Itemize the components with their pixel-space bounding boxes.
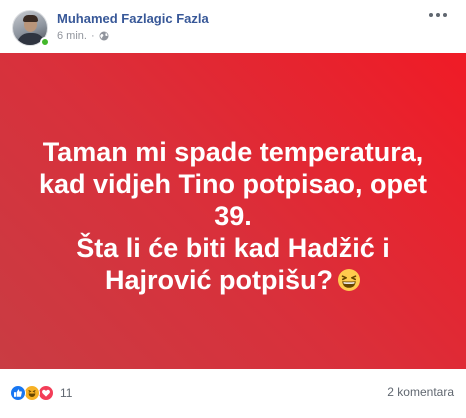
post-text-line: Taman mi spade temperatura, [42, 137, 424, 167]
post-text-line: Hajrović potpišu? [104, 265, 334, 295]
post-text-line: kad vidjeh Tino potpisao, opet [38, 169, 428, 199]
post-text-line: Šta li će biti kad Hadžić i [76, 233, 390, 263]
reaction-count[interactable]: 11 [60, 386, 72, 400]
more-options-icon[interactable] [426, 8, 450, 22]
post-text-line-last: Hajrović potpišu? [23, 264, 443, 296]
post-footer: 11 2 komentara [0, 372, 466, 412]
post-timestamp[interactable]: 6 min. [57, 30, 87, 42]
author-name[interactable]: Muhamed Fazlagic Fazla [57, 11, 209, 26]
author-avatar[interactable] [12, 10, 50, 47]
post-meta: 6 min. · [57, 29, 109, 42]
globe-icon[interactable] [99, 31, 109, 41]
grinning-squinting-face-icon [337, 267, 361, 291]
like-reaction-icon [10, 385, 26, 401]
post-text-line: 39. [214, 201, 252, 231]
reactions-summary[interactable]: 11 [10, 384, 72, 402]
post-header: Muhamed Fazlagic Fazla 6 min. · [0, 0, 466, 52]
online-status-indicator [40, 37, 50, 47]
post-card: Muhamed Fazlagic Fazla 6 min. · Taman mi… [0, 0, 466, 418]
post-text: Taman mi spade temperatura, kad vidjeh T… [23, 136, 443, 296]
colored-background-post: Taman mi spade temperatura, kad vidjeh T… [0, 53, 466, 369]
meta-separator: · [90, 29, 95, 42]
haha-reaction-icon [24, 385, 40, 401]
comments-count-link[interactable]: 2 komentara [387, 385, 454, 399]
love-reaction-icon [38, 385, 54, 401]
